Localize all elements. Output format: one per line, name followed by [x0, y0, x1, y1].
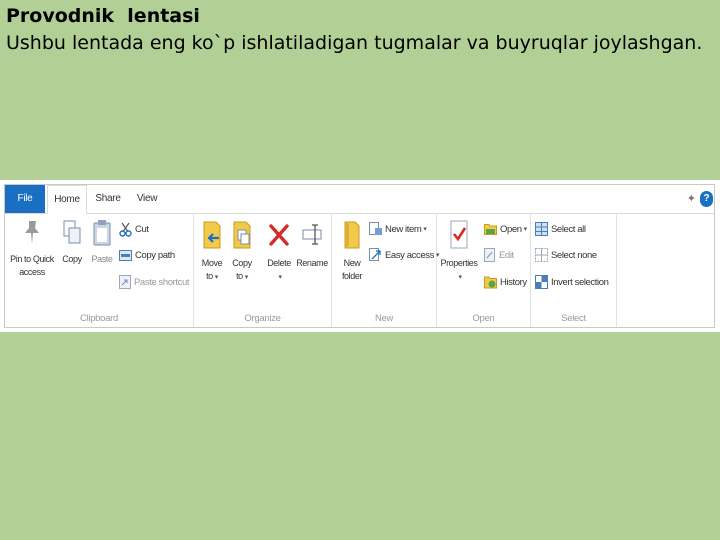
- select-all-label: Select all: [551, 223, 586, 235]
- invert-selection-label: Invert selection: [551, 276, 609, 288]
- chevron-down-icon: ▾: [244, 274, 249, 281]
- copy-icon: [63, 220, 81, 244]
- edit-label: Edit: [499, 249, 514, 261]
- paste-shortcut-icon: [119, 275, 131, 289]
- new-item-button[interactable]: New item ▾: [369, 220, 427, 238]
- tab-view[interactable]: View: [131, 185, 163, 213]
- new-folder-label-line1: New: [343, 258, 361, 268]
- pin-icon: [25, 221, 39, 244]
- pin-label-line1: Pin to Quick: [10, 254, 54, 264]
- easy-access-label: Easy access: [385, 249, 434, 261]
- properties-dropdown: ▾: [439, 270, 479, 284]
- paste-label: Paste: [91, 254, 113, 264]
- copy-path-button[interactable]: Copy path: [119, 246, 175, 264]
- new-folder-label-line2: folder: [341, 271, 363, 281]
- copy-to-label-line2: to ▾: [228, 270, 256, 284]
- move-to-button[interactable]: Move to ▾: [198, 218, 226, 284]
- easy-access-button[interactable]: Easy access ▾: [369, 246, 439, 264]
- history-button[interactable]: History: [484, 273, 527, 291]
- chevron-down-icon: ▾: [523, 226, 528, 233]
- pin-to-quick-access-button[interactable]: Pin to Quick access: [7, 218, 57, 278]
- group-select: Select all Select none Invert selection …: [531, 214, 617, 327]
- edit-icon: [484, 248, 495, 262]
- pin-label-line2: access: [19, 267, 45, 277]
- tab-home[interactable]: Home: [47, 185, 87, 214]
- delete-x-icon: [269, 224, 289, 246]
- select-none-icon: [535, 248, 548, 262]
- move-to-label-text: to: [206, 271, 213, 281]
- move-to-icon: [203, 221, 221, 249]
- move-to-label-line1: Move: [201, 258, 223, 268]
- history-icon: [484, 276, 497, 289]
- ribbon-pin-icon[interactable]: ✦: [687, 192, 696, 205]
- properties-checkmark-icon: [450, 220, 468, 249]
- chevron-down-icon: ▾: [214, 274, 219, 281]
- copy-to-label-line1: Copy: [232, 258, 252, 268]
- paste-button[interactable]: Paste: [88, 218, 116, 266]
- copy-label: Copy: [62, 254, 82, 264]
- group-open: Properties ▾ Open ▾ Edit History Open: [437, 214, 531, 327]
- tab-share[interactable]: Share: [91, 185, 125, 213]
- select-none-label: Select none: [551, 249, 597, 261]
- group-new: New folder New item ▾ Easy access ▾ New: [332, 214, 439, 327]
- delete-button[interactable]: Delete ▾: [264, 218, 294, 284]
- new-item-label: New item: [385, 223, 422, 235]
- chevron-down-icon: ▾: [278, 274, 282, 281]
- group-label-open: Open: [472, 313, 495, 324]
- paste-shortcut-label: Paste shortcut: [134, 276, 190, 288]
- history-label: History: [500, 276, 527, 288]
- open-label: Open: [500, 223, 522, 235]
- copy-button[interactable]: Copy: [59, 218, 85, 266]
- select-all-button[interactable]: Select all: [535, 220, 586, 238]
- cut-label: Cut: [135, 223, 149, 235]
- folder-icon: [344, 221, 360, 249]
- group-organize: Move to ▾ Copy to ▾ Delete ▾ Rename Orga…: [194, 214, 332, 327]
- chevron-down-icon: ▾: [458, 274, 462, 281]
- group-label-select: Select: [561, 313, 586, 324]
- easy-access-icon: [369, 248, 381, 261]
- delete-dropdown: ▾: [264, 270, 294, 284]
- open-button[interactable]: Open ▾: [484, 220, 527, 238]
- slide-body: Ushbu lentada eng ko`p ishlatiladigan tu…: [6, 32, 703, 54]
- ribbon-tab-bar: File Home Share View ✦ ?: [5, 185, 714, 214]
- copy-to-icon: [233, 221, 251, 249]
- rename-button[interactable]: Rename: [295, 218, 329, 270]
- chevron-down-icon: ▾: [423, 226, 427, 233]
- copy-path-label: Copy path: [135, 249, 175, 261]
- delete-label: Delete: [267, 258, 291, 268]
- paste-icon: [93, 220, 111, 246]
- new-item-icon: [369, 222, 382, 235]
- group-label-new: New: [374, 313, 394, 324]
- invert-selection-button[interactable]: Invert selection: [535, 273, 609, 291]
- paste-shortcut-button[interactable]: Paste shortcut: [119, 273, 190, 291]
- slide-title: Provodnik lentasi: [6, 5, 200, 27]
- copy-to-button[interactable]: Copy to ▾: [228, 218, 256, 284]
- tab-file[interactable]: File: [5, 185, 45, 213]
- select-all-icon: [535, 222, 548, 236]
- scissors-icon: [119, 222, 132, 237]
- open-folder-icon: [484, 224, 497, 235]
- rename-icon: [302, 224, 322, 245]
- explorer-ribbon: File Home Share View ✦ ? Pin to Quick ac…: [4, 184, 715, 328]
- slide-text: Provodnik lentasi Ushbu lentada eng ko`p…: [6, 4, 714, 58]
- move-to-label-line2: to ▾: [198, 270, 226, 284]
- group-label-organize: Organize: [244, 313, 281, 324]
- group-label-clipboard: Clipboard: [80, 313, 118, 324]
- invert-selection-icon: [535, 275, 548, 289]
- select-none-button[interactable]: Select none: [535, 246, 597, 264]
- copy-to-label-text: to: [236, 271, 243, 281]
- explorer-ribbon-screenshot: File Home Share View ✦ ? Pin to Quick ac…: [0, 180, 720, 332]
- copy-path-icon: [119, 249, 132, 261]
- cut-button[interactable]: Cut: [119, 220, 149, 238]
- help-icon[interactable]: ?: [700, 191, 713, 207]
- edit-button[interactable]: Edit: [484, 246, 514, 264]
- properties-label: Properties: [440, 258, 478, 268]
- new-folder-button[interactable]: New folder: [337, 218, 367, 282]
- properties-button[interactable]: Properties ▾: [439, 218, 479, 284]
- group-clipboard: Pin to Quick access Copy Paste Cut Copy …: [5, 214, 194, 327]
- rename-label: Rename: [296, 258, 328, 268]
